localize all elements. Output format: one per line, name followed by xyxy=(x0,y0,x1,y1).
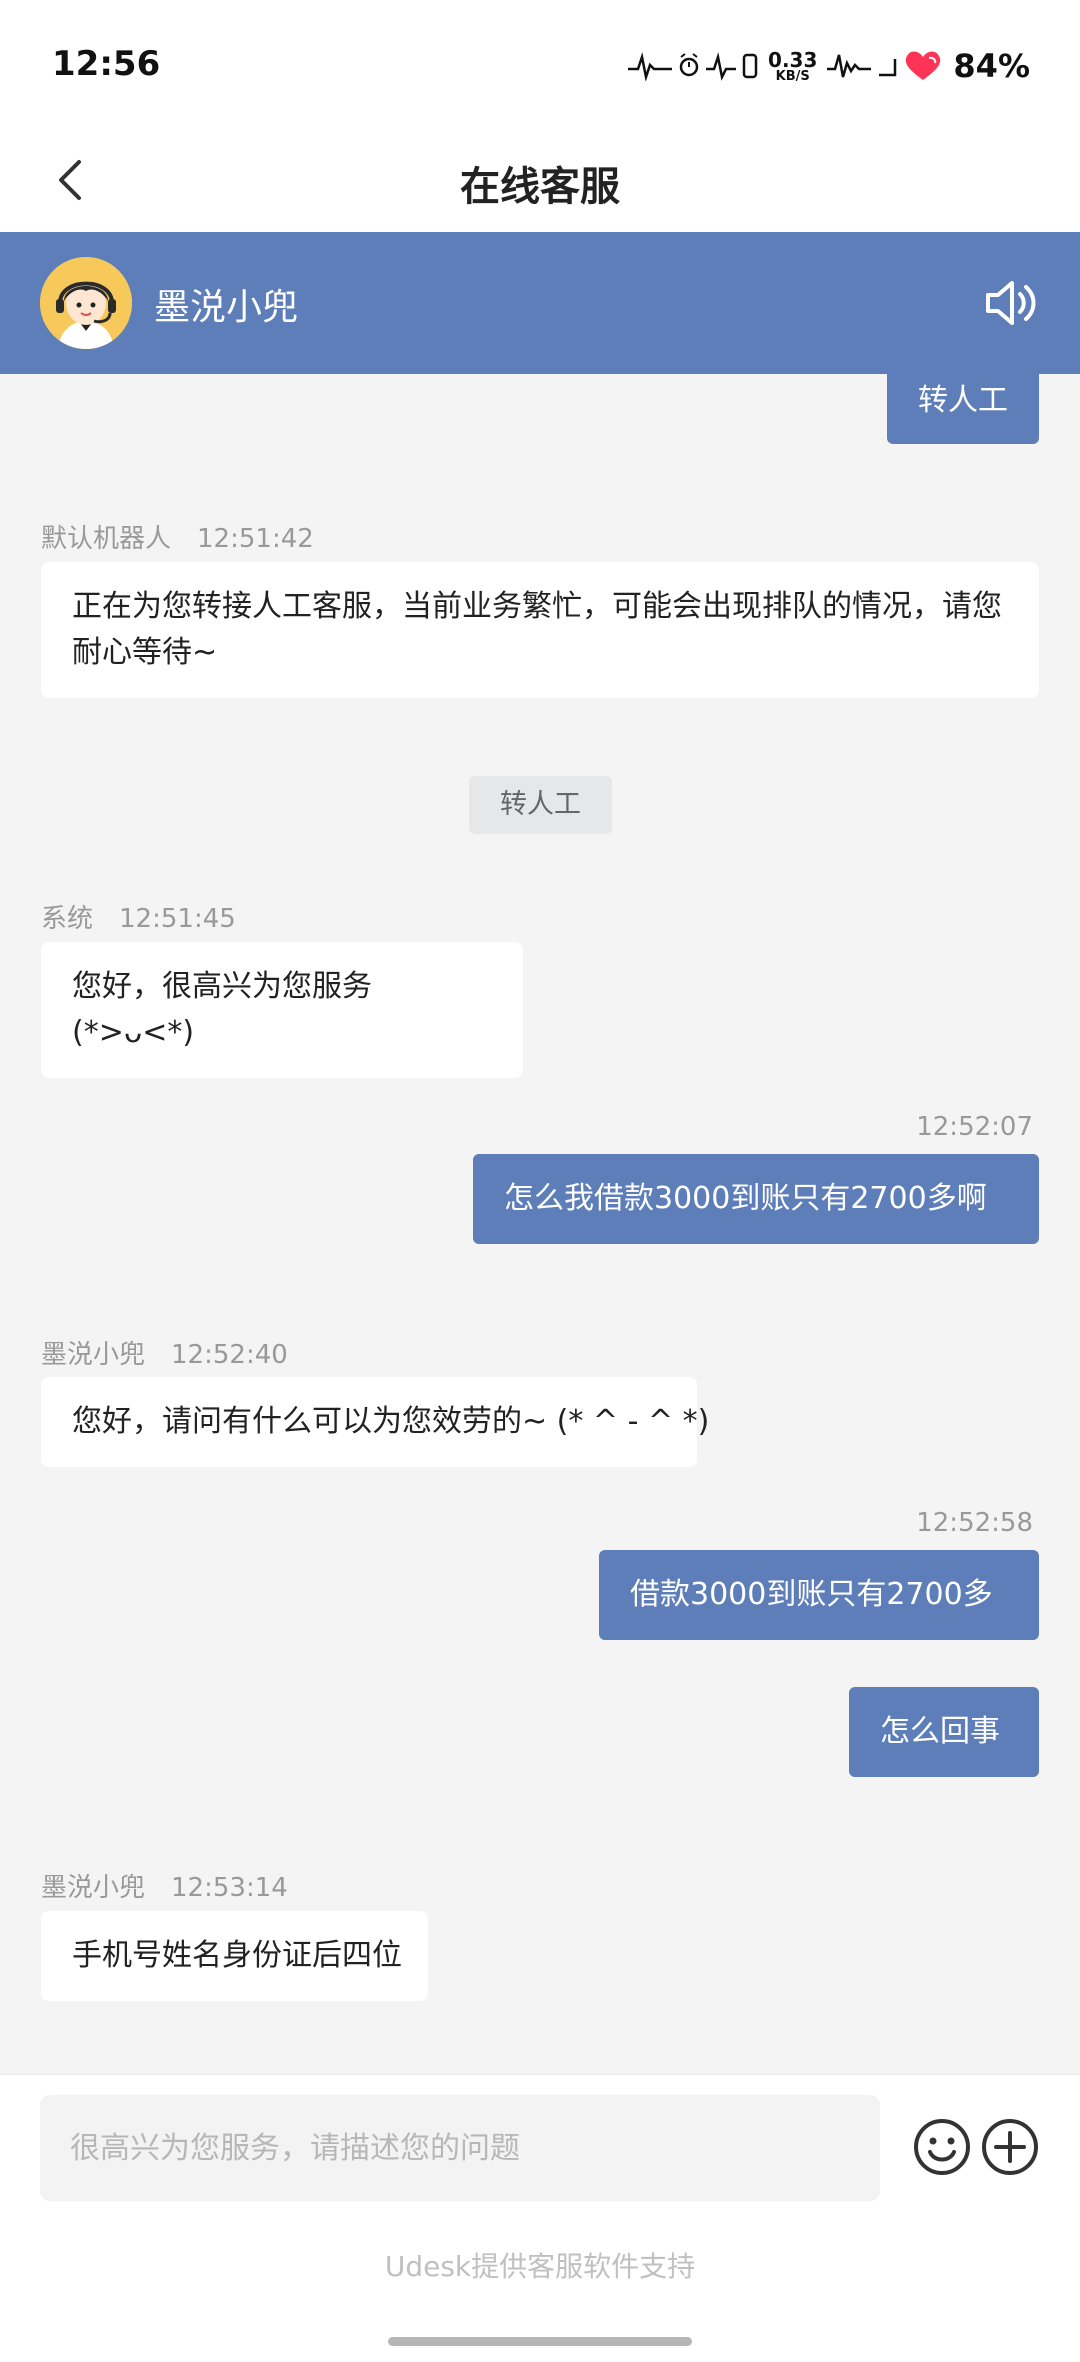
chat-message-list[interactable]: 转人工 默认机器人 12:51:42 正在为您转接人工客服，当前业务繁忙，可能会出… xyxy=(0,374,1080,2074)
message-text: 转人工 xyxy=(918,383,1008,418)
message-time: 12:51:42 xyxy=(197,524,314,554)
signal-icon xyxy=(879,59,897,77)
heartbeat-icon xyxy=(827,54,872,78)
battery-percent: 84% xyxy=(953,47,1030,85)
status-icons: 0.33 KB/S 84% xyxy=(628,44,1030,88)
network-speed-value: 0.33 xyxy=(768,47,818,72)
status-time: 12:56 xyxy=(52,44,161,84)
agent-message-bubble: 您好，很高兴为您服务(*>ᴗ<*) xyxy=(41,942,523,1078)
agent-message-bubble: 正在为您转接人工客服，当前业务繁忙，可能会出现排队的情况，请您耐心等待~ xyxy=(41,562,1039,698)
heart-battery-icon xyxy=(906,51,941,80)
message-meta: 系统 12:51:45 xyxy=(41,898,236,935)
network-speed: 0.33 KB/S xyxy=(768,50,817,83)
message-text: 怎么回事 xyxy=(880,1714,1000,1749)
message-time: 12:51:45 xyxy=(119,904,236,934)
sender-name: 系统 xyxy=(41,904,94,934)
sender-name: 墨涚小兜 xyxy=(41,1873,146,1903)
user-message-bubble: 借款3000到账只有2700多 xyxy=(599,1550,1039,1640)
emoji-icon xyxy=(914,2119,970,2175)
system-transfer-tag: 转人工 xyxy=(469,776,612,834)
input-area: Udesk提供客服软件支持 xyxy=(0,2074,1080,2362)
heartbeat-icon xyxy=(706,52,737,81)
agent-avatar xyxy=(40,257,132,349)
sender-name: 墨涚小兜 xyxy=(41,1340,146,1370)
vibrate-icon xyxy=(742,53,758,79)
message-text: 您好，很高兴为您服务(*>ᴗ<*) xyxy=(72,969,372,1050)
message-text: 手机号姓名身份证后四位 xyxy=(72,1938,402,1973)
tag-text: 转人工 xyxy=(500,789,581,820)
agent-message-bubble: 手机号姓名身份证后四位 xyxy=(41,1911,428,2001)
speaker-icon xyxy=(986,281,1036,325)
message-meta: 默认机器人 12:51:42 xyxy=(41,518,314,555)
message-time: 12:52:58 xyxy=(916,1508,1033,1538)
message-meta: 墨涚小兜 12:52:40 xyxy=(41,1334,288,1371)
page-title: 在线客服 xyxy=(460,164,620,210)
plus-icon xyxy=(982,2119,1038,2175)
title-bar: 在线客服 xyxy=(0,130,1080,232)
message-time: 12:52:40 xyxy=(171,1340,288,1370)
user-message-bubble: 转人工 xyxy=(887,374,1039,444)
emoji-button[interactable] xyxy=(912,2117,972,2177)
user-message-bubble: 怎么我借款3000到账只有2700多啊 xyxy=(473,1154,1039,1244)
heartbeat-icon xyxy=(628,52,673,81)
message-text: 正在为您转接人工客服，当前业务繁忙，可能会出现排队的情况，请您耐心等待~ xyxy=(72,589,1002,670)
speaker-button[interactable] xyxy=(980,272,1042,334)
network-speed-unit: KB/S xyxy=(775,68,810,84)
message-text: 借款3000到账只有2700多 xyxy=(630,1577,993,1612)
agent-name: 墨涚小兜 xyxy=(154,287,299,328)
agent-bar: 墨涚小兜 xyxy=(0,232,1080,374)
sender-name: 默认机器人 xyxy=(41,524,172,554)
message-input[interactable] xyxy=(40,2095,880,2201)
status-bar: 12:56 0.33 KB/S 84% xyxy=(0,0,1080,130)
user-message-bubble: 怎么回事 xyxy=(849,1687,1039,1777)
message-text: 您好，请问有什么可以为您效劳的~ (* ^ - ^ *) xyxy=(72,1404,710,1439)
message-text: 怎么我借款3000到账只有2700多啊 xyxy=(504,1181,987,1216)
alarm-icon xyxy=(679,53,699,77)
message-time: 12:53:14 xyxy=(171,1873,288,1903)
message-time: 12:52:07 xyxy=(916,1112,1033,1142)
headset-agent-icon xyxy=(40,257,132,349)
message-meta: 墨涚小兜 12:53:14 xyxy=(41,1867,288,1904)
powered-by-text: Udesk提供客服软件支持 xyxy=(384,2250,696,2283)
agent-message-bubble: 您好，请问有什么可以为您效劳的~ (* ^ - ^ *) xyxy=(41,1377,709,1467)
home-indicator[interactable] xyxy=(388,2337,692,2346)
more-options-button[interactable] xyxy=(980,2117,1040,2177)
